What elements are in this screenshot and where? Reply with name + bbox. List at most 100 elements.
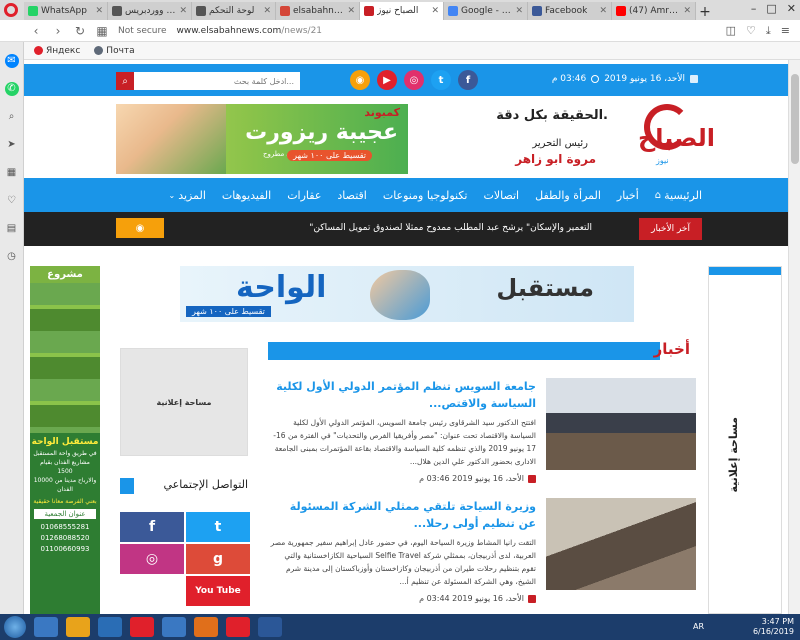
taskbar-app-icon[interactable] xyxy=(226,617,250,637)
close-window-icon[interactable]: ✕ xyxy=(787,2,796,15)
whatsapp-icon[interactable]: ✆ xyxy=(4,82,19,96)
start-button[interactable] xyxy=(4,616,26,638)
nav-item[interactable]: اقتصاد xyxy=(337,189,366,202)
nav-item[interactable]: ⌄ المزيد xyxy=(169,189,206,202)
header-ad-banner[interactable]: كمبوند عجيبة ريزورت بمرسى مطروح تقسيط عل… xyxy=(116,104,408,174)
youtube-icon[interactable]: You Tube xyxy=(186,576,250,606)
news-section-title[interactable]: أخبار xyxy=(654,340,690,358)
taskbar-app-icon[interactable] xyxy=(194,617,218,637)
article-item: جامعة السويس تنظم المؤتمر الدولي الأول ل… xyxy=(268,378,696,490)
twitter-icon[interactable]: t xyxy=(431,70,451,90)
tab-close-icon[interactable]: ✕ xyxy=(179,6,187,16)
tab-close-icon[interactable]: ✕ xyxy=(431,6,439,16)
taskbar-app-icon[interactable] xyxy=(162,617,186,637)
taskbar-app-icon[interactable] xyxy=(66,617,90,637)
article-title[interactable]: وزيرة السياحة تلتقي ممثلي الشركة المسئول… xyxy=(270,498,536,532)
heart-icon[interactable]: ♡ xyxy=(5,194,19,208)
taskbar-app-icon[interactable] xyxy=(130,617,154,637)
ticker-headline[interactable]: "التعمير والإسكان" يرشح عبد المطلب ممدوح… xyxy=(309,223,592,233)
browser-tab[interactable]: الصباح نيوز ✕ xyxy=(360,2,444,20)
nav-item-label: الرئيسية xyxy=(664,188,702,202)
history-icon[interactable]: ◷ xyxy=(5,250,19,264)
back-icon[interactable]: ‹ xyxy=(30,24,42,38)
sidebar-ad-box[interactable]: مساحة إعلانية xyxy=(120,348,248,456)
logo-text: الصباح xyxy=(638,124,715,152)
send-icon[interactable]: ➤ xyxy=(5,138,19,152)
twitter-icon[interactable]: t xyxy=(186,512,250,542)
site-logo[interactable]: الصباح نيوز xyxy=(634,102,715,172)
search-icon[interactable]: ⌕ xyxy=(5,110,19,124)
browser-tab[interactable]: لوحة التحكم ✕ xyxy=(192,2,276,20)
messenger-icon[interactable]: ✉ xyxy=(4,54,19,68)
page-scrollbar[interactable] xyxy=(788,60,800,614)
browser-tab[interactable]: Google - بحث✕ xyxy=(444,2,528,20)
left-side-ad[interactable]: مشروع مستقبل الواحة في طريق واحة المستقب… xyxy=(30,266,100,614)
url-input[interactable]: www.elsabahnews.com/news/21 xyxy=(177,26,322,36)
scrollbar-thumb[interactable] xyxy=(791,74,799,164)
tab-close-icon[interactable]: ✕ xyxy=(263,6,271,16)
mid-ad-banner[interactable]: الواحة مستقبل تقسيط على ١٠٠ شهر xyxy=(180,266,634,322)
facebook-icon[interactable]: f xyxy=(458,70,478,90)
banner-line-2: عجيبة ريزورت xyxy=(245,120,398,145)
tab-close-icon[interactable]: ✕ xyxy=(683,6,691,16)
new-tab-button[interactable]: + xyxy=(696,4,714,20)
menu-icon[interactable]: ≡ xyxy=(781,24,790,38)
news-icon[interactable]: ▤ xyxy=(5,222,19,236)
opera-logo-icon[interactable] xyxy=(4,3,18,17)
reload-icon[interactable]: ↻ xyxy=(74,24,86,38)
tray-clock[interactable]: 3:47 PM 6/16/2019 xyxy=(753,617,794,637)
home-icon: ⌂ xyxy=(654,189,662,201)
browser-tab[interactable]: elsabahnews✕ xyxy=(276,2,360,20)
nav-item[interactable]: الفيديوهات xyxy=(222,189,271,202)
search-button[interactable]: ⌕ xyxy=(116,72,134,90)
calendar-icon xyxy=(690,75,698,83)
browser-tab[interactable]: (47) Amr Dia✕ xyxy=(612,2,696,20)
tabs-grid-icon[interactable]: ▦ xyxy=(96,24,108,38)
taskbar-app-icon[interactable] xyxy=(98,617,122,637)
bookmark-mail[interactable]: Почта xyxy=(94,46,135,56)
article-thumbnail[interactable] xyxy=(546,498,696,590)
google-plus-icon[interactable]: g xyxy=(186,544,250,574)
instagram-icon[interactable]: ◎ xyxy=(120,544,184,574)
nav-item[interactable]: المرأة والطفل xyxy=(535,189,601,202)
maximize-icon[interactable]: □ xyxy=(766,2,776,15)
nav-item-label: اتصالات xyxy=(483,188,520,202)
right-side-ad[interactable]: مساحة إعلانية xyxy=(708,266,782,614)
search-input[interactable] xyxy=(134,72,300,90)
nav-item[interactable]: أخبار xyxy=(617,189,639,202)
ticker-rss-button[interactable]: ◉ xyxy=(116,218,164,238)
browser-tab[interactable]: WhatsApp ✕ xyxy=(24,2,108,20)
instagram-icon[interactable]: ◎ xyxy=(404,70,424,90)
browser-tab[interactable]: Facebook ✕ xyxy=(528,2,612,20)
left-ad-phone: 01268088520 xyxy=(40,534,90,542)
nav-item[interactable]: ⌂ الرئيسية xyxy=(655,189,702,202)
taskbar-app-icon[interactable] xyxy=(258,617,282,637)
browser-tab[interactable]: سير ... ووردبريس✕ xyxy=(108,2,192,20)
left-ad-note: بعني الفرصة معانا حقيقية xyxy=(33,498,97,505)
tab-close-icon[interactable]: ✕ xyxy=(515,6,523,16)
minimize-icon[interactable]: – xyxy=(751,2,757,15)
nav-item[interactable]: عقارات xyxy=(287,189,321,202)
forward-icon[interactable]: › xyxy=(52,24,64,38)
facebook-icon[interactable]: f xyxy=(120,512,184,542)
article-title[interactable]: جامعة السويس تنظم المؤتمر الدولي الأول ل… xyxy=(270,378,536,412)
tab-favicon-icon xyxy=(112,6,122,16)
taskbar-app-icon[interactable] xyxy=(34,617,58,637)
tab-close-icon[interactable]: ✕ xyxy=(95,6,103,16)
article-date: الأحد، 16 يونيو 2019 03:44 م xyxy=(419,594,536,603)
bookmark-yandex[interactable]: Яндекс xyxy=(34,46,80,56)
youtube-icon[interactable]: ▶ xyxy=(377,70,397,90)
speed-dial-icon[interactable]: ▦ xyxy=(5,166,19,180)
tab-close-icon[interactable]: ✕ xyxy=(599,6,607,16)
tab-close-icon[interactable]: ✕ xyxy=(347,6,355,16)
nav-item-label: أخبار xyxy=(616,188,639,202)
article-thumbnail[interactable] xyxy=(546,378,696,470)
download-icon[interactable]: ⤓ xyxy=(766,24,771,38)
not-secure-badge[interactable]: Not secure xyxy=(118,26,167,36)
rss-icon[interactable]: ◉ xyxy=(350,70,370,90)
camera-icon[interactable]: ◫ xyxy=(726,24,736,38)
heart-icon[interactable]: ♡ xyxy=(746,24,756,38)
nav-item[interactable]: اتصالات xyxy=(483,189,519,202)
nav-item[interactable]: تكنولوجيا ومنوعات xyxy=(383,189,468,202)
tray-language[interactable]: AR xyxy=(693,622,704,631)
